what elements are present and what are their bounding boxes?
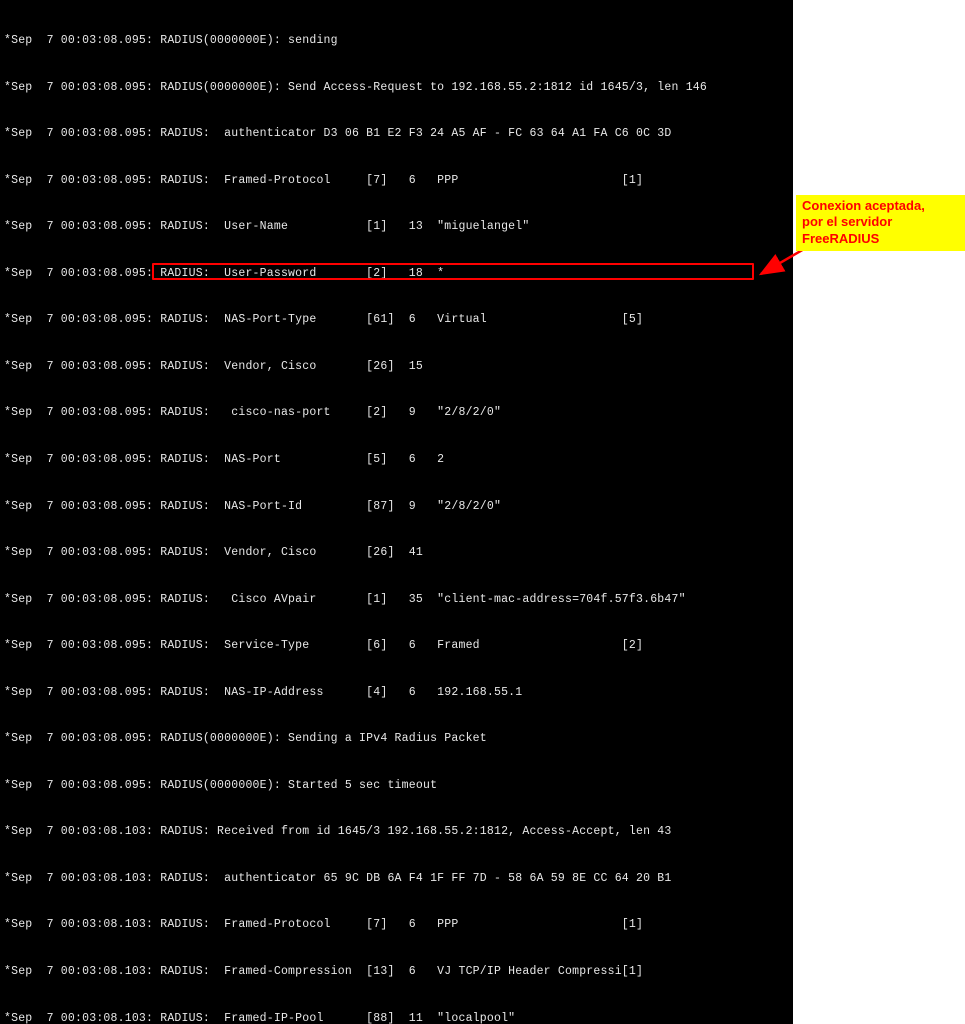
log-line: *Sep 7 00:03:08.095: RADIUS: Vendor, Cis… [4,359,789,375]
log-line: *Sep 7 00:03:08.095: RADIUS: User-Name [… [4,219,789,235]
log-line: *Sep 7 00:03:08.095: RADIUS: Cisco AVpai… [4,592,789,608]
log-line: *Sep 7 00:03:08.103: RADIUS: Framed-Comp… [4,964,789,980]
log-line: *Sep 7 00:03:08.095: RADIUS: authenticat… [4,126,789,142]
annotation-text: por el servidor FreeRADIUS [802,214,959,247]
log-line: *Sep 7 00:03:08.095: RADIUS: User-Passwo… [4,266,789,282]
log-line: *Sep 7 00:03:08.103: RADIUS: Received fr… [4,824,789,840]
log-line: *Sep 7 00:03:08.103: RADIUS: Framed-IP-P… [4,1011,789,1024]
annotation-label: Conexion aceptada, por el servidor FreeR… [796,195,965,251]
terminal-output: *Sep 7 00:03:08.095: RADIUS(0000000E): s… [0,0,793,1024]
log-line: *Sep 7 00:03:08.095: RADIUS: NAS-Port [5… [4,452,789,468]
log-line: *Sep 7 00:03:08.095: RADIUS(0000000E): S… [4,731,789,747]
log-line: *Sep 7 00:03:08.095: RADIUS: NAS-IP-Addr… [4,685,789,701]
log-line: *Sep 7 00:03:08.095: RADIUS: Vendor, Cis… [4,545,789,561]
log-line: *Sep 7 00:03:08.095: RADIUS: NAS-Port-Ty… [4,312,789,328]
log-line: *Sep 7 00:03:08.095: RADIUS(0000000E): S… [4,80,789,96]
log-line: *Sep 7 00:03:08.095: RADIUS: cisco-nas-p… [4,405,789,421]
log-line: *Sep 7 00:03:08.103: RADIUS: Framed-Prot… [4,917,789,933]
annotation-text: Conexion aceptada, [802,198,959,214]
log-line: *Sep 7 00:03:08.095: RADIUS(0000000E): S… [4,778,789,794]
log-line: *Sep 7 00:03:08.095: RADIUS: Framed-Prot… [4,173,789,189]
log-line: *Sep 7 00:03:08.095: RADIUS(0000000E): s… [4,33,789,49]
log-line: *Sep 7 00:03:08.103: RADIUS: authenticat… [4,871,789,887]
log-line: *Sep 7 00:03:08.095: RADIUS: Service-Typ… [4,638,789,654]
